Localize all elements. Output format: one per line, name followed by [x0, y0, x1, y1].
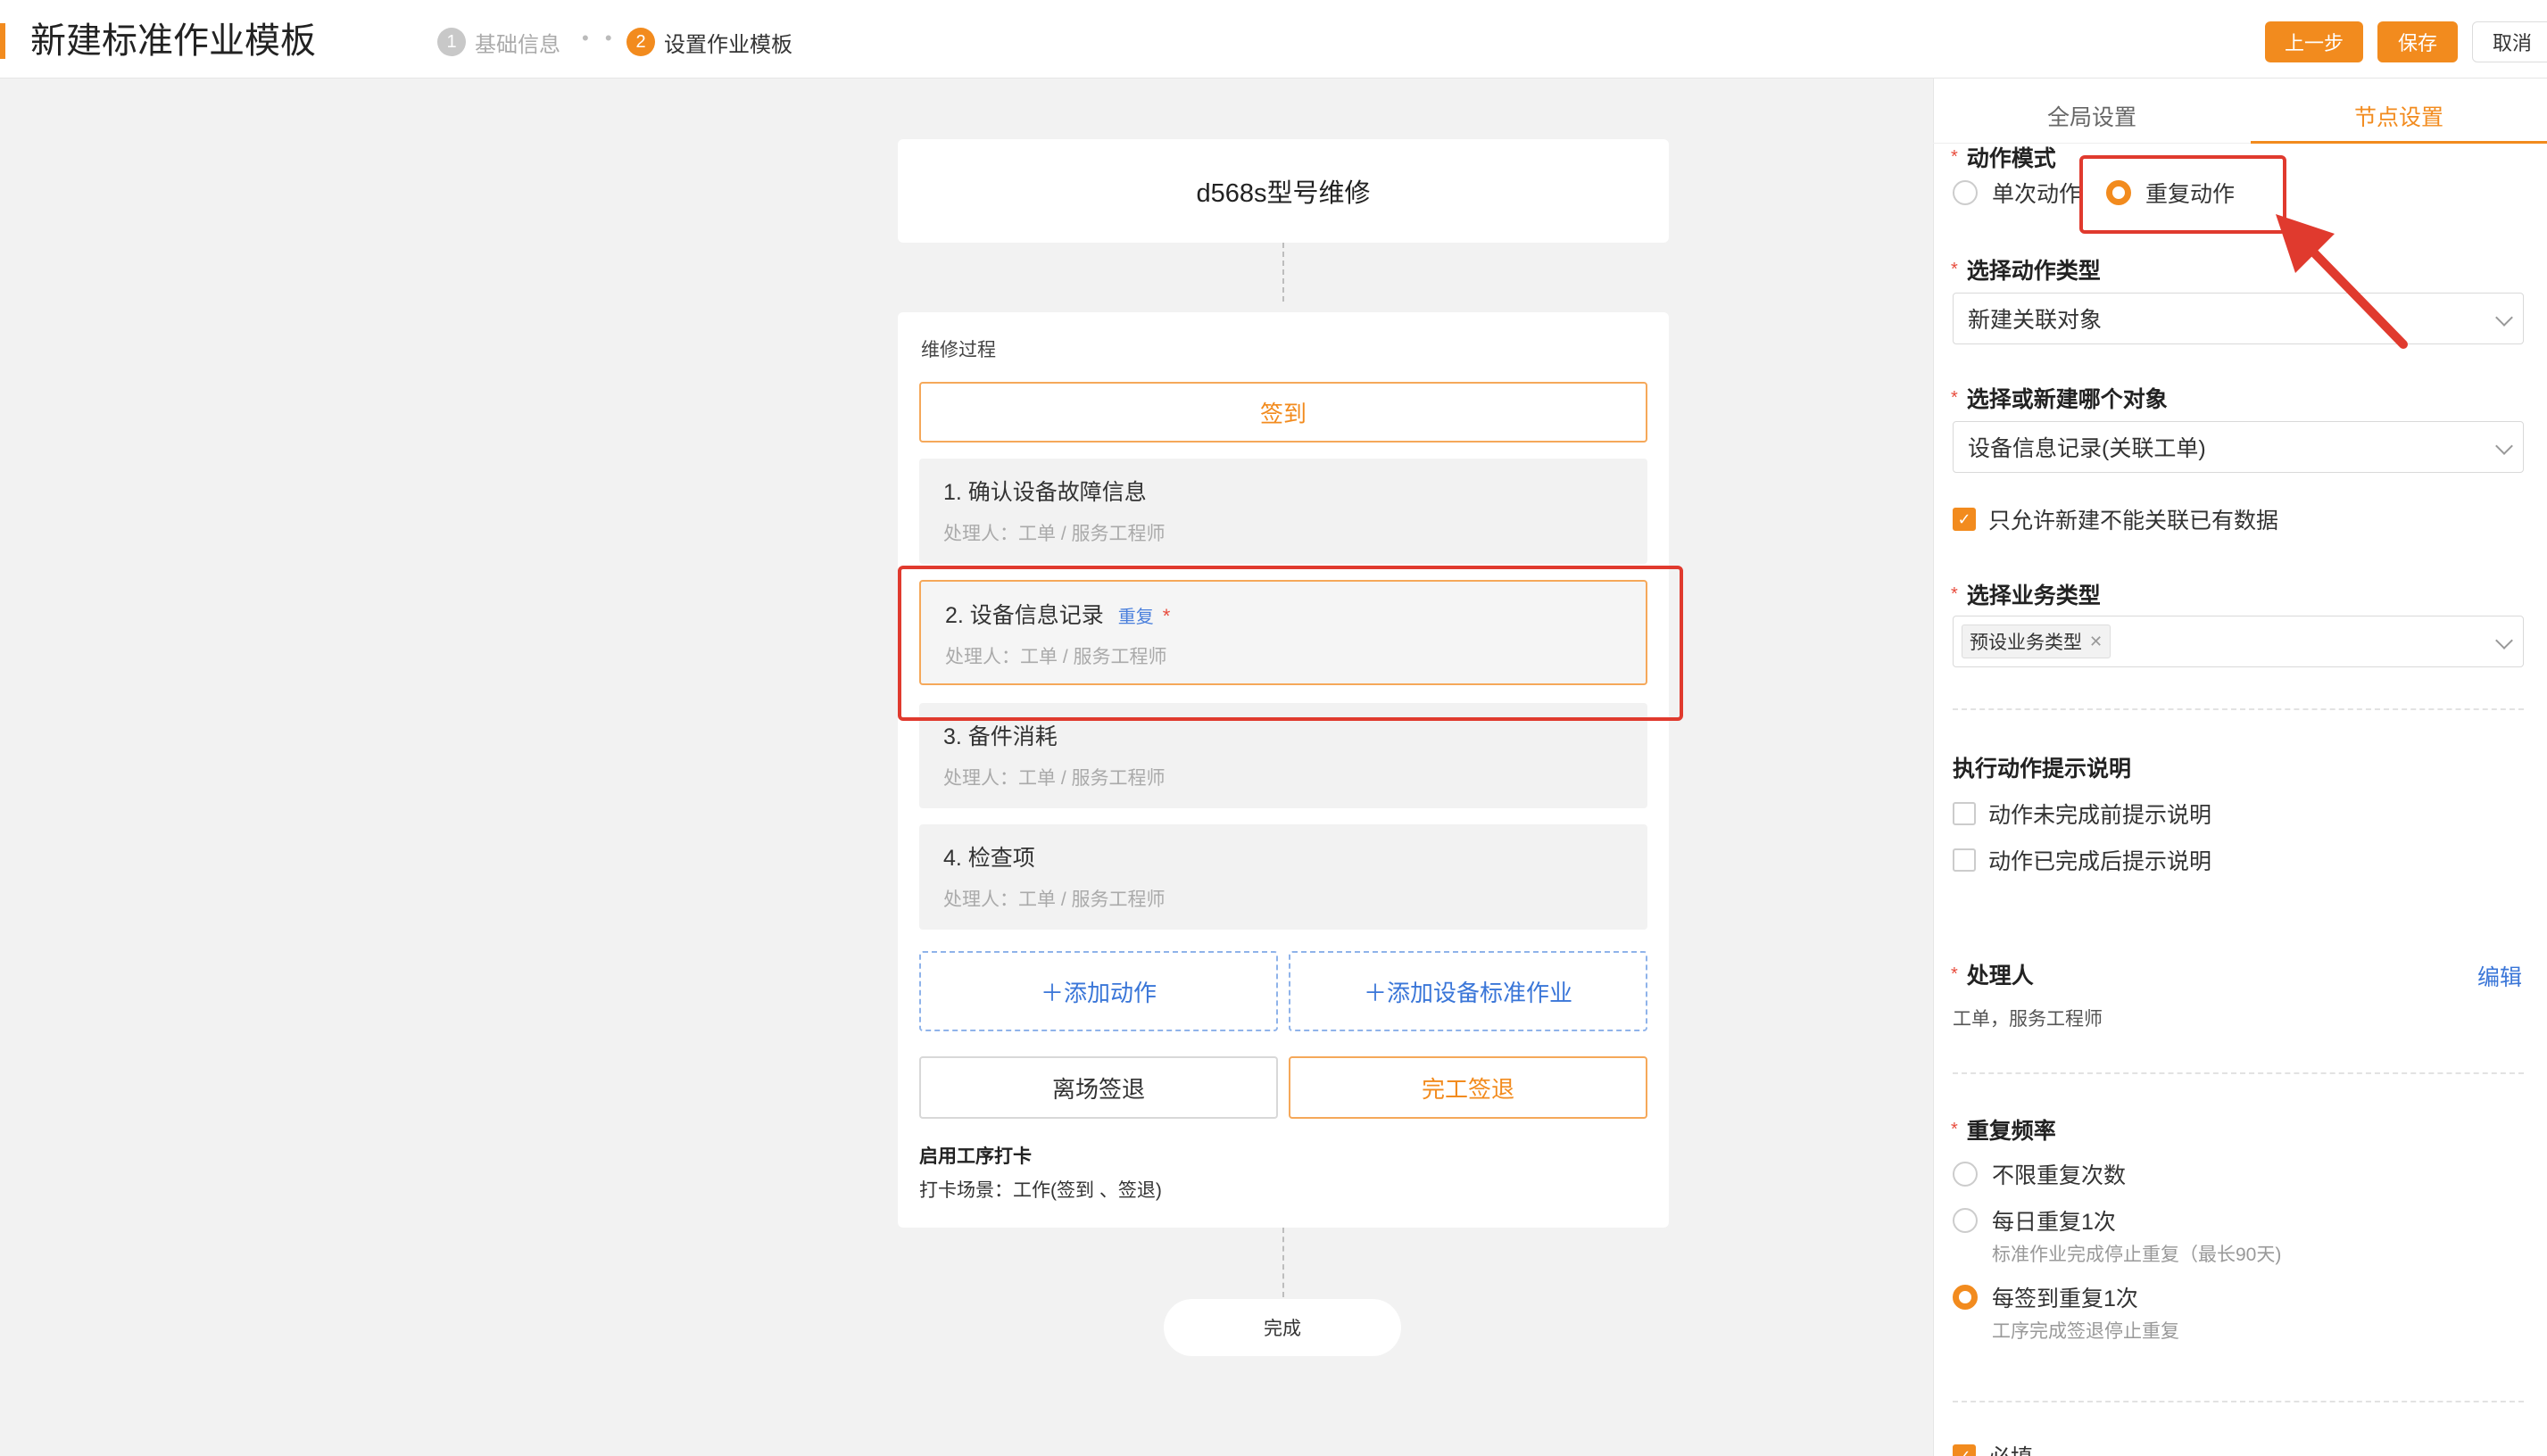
- cancel-button[interactable]: 取消: [2472, 21, 2547, 62]
- radio-selected-icon: [1953, 1285, 1978, 1310]
- object-label: * 选择或新建哪个对象: [1951, 387, 2168, 412]
- done-node[interactable]: 完成: [1164, 1299, 1401, 1356]
- step-number: 1: [437, 28, 466, 56]
- tab-node-settings[interactable]: 节点设置: [2251, 89, 2547, 143]
- chevron-down-icon: [2495, 309, 2513, 327]
- close-icon[interactable]: ✕: [2089, 633, 2103, 651]
- action-title: 4. 检查项: [943, 846, 1035, 871]
- top-header: [0, 0, 2547, 79]
- tab-global-settings[interactable]: 全局设置: [1933, 89, 2251, 143]
- hint-label: 执行动作提示说明: [1953, 757, 2132, 782]
- handler-label: * 处理人: [1951, 964, 2034, 989]
- object-select[interactable]: 设备信息记录(关联工单): [1953, 421, 2524, 473]
- repeat-label: * 重复频率: [1951, 1119, 2056, 1144]
- checkbox-icon: [1953, 802, 1976, 825]
- clock-in-title: 启用工序打卡: [919, 1146, 1032, 1167]
- checkbox-checked-icon: ✓: [1953, 508, 1976, 531]
- daily-note: 标准作业完成停止重复（最长90天): [1992, 1245, 2282, 1265]
- prev-step-button[interactable]: 上一步: [2265, 21, 2363, 62]
- action-handler: 处理人：工单 / 服务工程师: [943, 889, 1166, 910]
- radio-icon: [1953, 1162, 1978, 1187]
- action-handler: 处理人：工单 / 服务工程师: [943, 524, 1166, 544]
- section-divider: [1953, 708, 2524, 710]
- step-label: 设置作业模板: [664, 32, 792, 57]
- radio-unlimited[interactable]: 不限重复次数: [1953, 1158, 2126, 1190]
- chevron-down-icon: [2495, 437, 2513, 455]
- clock-in-scene: 打卡场景：工作(签到 、签退): [919, 1180, 1162, 1201]
- active-tab-indicator: [2251, 141, 2547, 144]
- step-number: 2: [626, 28, 655, 56]
- action-handler: 处理人：工单 / 服务工程师: [943, 768, 1166, 789]
- radio-icon: [1953, 180, 1978, 205]
- action-item[interactable]: 4. 检查项 处理人：工单 / 服务工程师: [919, 824, 1647, 930]
- checkbox-icon: [1953, 848, 1976, 872]
- checkbox-checked-icon: ✓: [1953, 1444, 1976, 1456]
- hint-before-checkbox[interactable]: 动作未完成前提示说明: [1953, 798, 2211, 830]
- required-checkbox[interactable]: ✓必填: [1953, 1440, 2033, 1456]
- process-title: 维修过程: [921, 340, 996, 360]
- page-title: 新建标准作业模板: [30, 21, 316, 61]
- leave-signout-node[interactable]: 离场签退: [919, 1056, 1278, 1119]
- highlight-box-action: [898, 566, 1683, 721]
- section-divider: [1953, 1401, 2524, 1402]
- save-button[interactable]: 保存: [2377, 21, 2458, 62]
- step-basic-info[interactable]: 1 基础信息: [437, 23, 560, 61]
- add-standard-job-button[interactable]: ＋添加设备标准作业: [1289, 951, 1647, 1031]
- action-title: 3. 备件消耗: [943, 724, 1058, 749]
- biz-type-tag[interactable]: 预设业务类型 ✕: [1962, 625, 2111, 658]
- annotation-arrow-icon: [2276, 214, 2408, 349]
- radio-per-signin[interactable]: 每签到重复1次: [1953, 1281, 2138, 1313]
- connector-line: [1282, 243, 1284, 302]
- action-mode-label: * 动作模式: [1951, 146, 2056, 171]
- template-root-card[interactable]: d568s型号维修: [898, 139, 1669, 243]
- section-divider: [1953, 1072, 2524, 1074]
- connector-line: [1282, 1228, 1284, 1297]
- per-signin-note: 工序完成签退停止重复: [1992, 1321, 2179, 1342]
- hint-after-checkbox[interactable]: 动作已完成后提示说明: [1953, 844, 2211, 876]
- step-separator: • •: [582, 27, 618, 49]
- step-label: 基础信息: [475, 32, 560, 57]
- handler-edit-link[interactable]: 编辑: [2477, 960, 2522, 992]
- radio-icon: [1953, 1208, 1978, 1233]
- action-title: 1. 确认设备故障信息: [943, 480, 1147, 505]
- title-accent-bar: [0, 23, 5, 59]
- action-item[interactable]: 1. 确认设备故障信息 处理人：工单 / 服务工程师: [919, 459, 1647, 564]
- radio-single-action[interactable]: 单次动作: [1953, 177, 2081, 209]
- only-new-checkbox[interactable]: ✓ 只允许新建不能关联已有数据: [1953, 503, 2278, 535]
- add-action-button[interactable]: ＋添加动作: [919, 951, 1278, 1031]
- action-type-select[interactable]: 新建关联对象: [1953, 293, 2524, 344]
- biz-type-label: * 选择业务类型: [1951, 583, 2101, 608]
- signin-node[interactable]: 签到: [919, 382, 1647, 443]
- highlight-box-repeat-radio: [2079, 155, 2286, 234]
- radio-daily[interactable]: 每日重复1次: [1953, 1204, 2116, 1237]
- chevron-down-icon: [2495, 632, 2513, 649]
- step-template-settings[interactable]: 2 设置作业模板: [626, 23, 792, 61]
- finish-signout-node[interactable]: 完工签退: [1289, 1056, 1647, 1119]
- handler-value: 工单，服务工程师: [1953, 1009, 2103, 1030]
- action-type-label: * 选择动作类型: [1951, 259, 2101, 284]
